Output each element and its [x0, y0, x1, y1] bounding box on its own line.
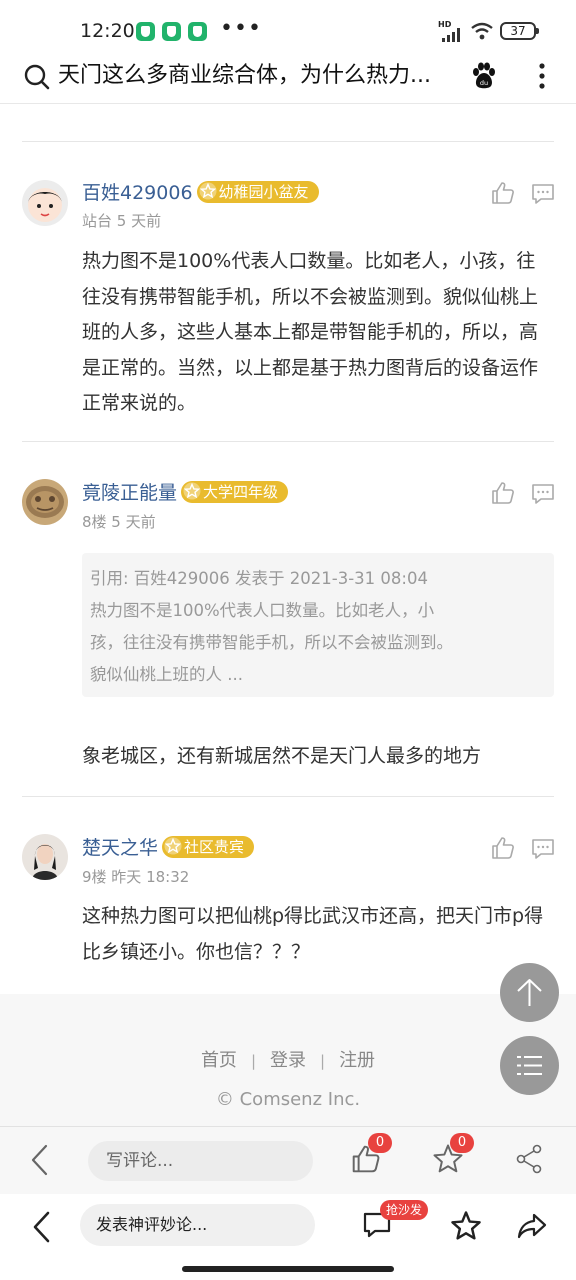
search-icon[interactable] — [24, 64, 50, 90]
avatar[interactable] — [22, 479, 68, 525]
star-icon — [183, 482, 201, 500]
like-count-badge: 0 — [368, 1133, 392, 1153]
scroll-to-top-button[interactable] — [500, 963, 559, 1022]
share-arrow-icon[interactable] — [516, 1210, 548, 1242]
post-content: 象老城区，还有新城居然不是天门人最多的地方 — [82, 745, 482, 767]
badge-label: 社区贵宾 — [184, 838, 245, 856]
status-time: 12:20 — [80, 20, 135, 42]
footer-link-register[interactable]: 注册 — [339, 1050, 375, 1071]
page-header: 天门这么多商业综合体，为什么热力... du — [0, 62, 576, 104]
post-author[interactable]: 百姓429006 幼稚园小盆友 — [82, 178, 319, 205]
favorite-count-badge: 0 — [450, 1133, 474, 1153]
comment-icon[interactable] — [531, 482, 555, 506]
comment-icon[interactable] — [531, 182, 555, 206]
more-vertical-icon[interactable] — [532, 62, 552, 90]
quoted-reply: 引用: 百姓429006 发表于 2021-3-31 08:04 热力图不是10… — [82, 553, 554, 697]
like-button[interactable]: 0 — [350, 1133, 392, 1179]
user-level-badge: 幼稚园小盆友 — [196, 181, 319, 203]
shield-notification-icon — [188, 22, 207, 41]
badge-label: 幼稚园小盆友 — [218, 183, 309, 201]
baidu-paw-icon[interactable]: du — [470, 62, 498, 90]
back-arrow-icon[interactable] — [30, 1210, 54, 1244]
footer-link-home[interactable]: 首页 — [201, 1050, 237, 1071]
status-bar: 12:20 ••• HD 37 — [0, 0, 576, 62]
copyright-text: © Comsenz Inc. — [215, 1089, 361, 1110]
star-icon[interactable] — [450, 1210, 482, 1242]
badge-label: 大学四年级 — [203, 483, 279, 501]
quote-line: 孩，往往没有携带智能手机，所以不会被监测到。 — [90, 633, 453, 652]
divider — [22, 441, 554, 442]
post-author[interactable]: 竟陵正能量 大学四年级 — [82, 478, 289, 505]
list-menu-icon — [517, 1056, 542, 1075]
post-content: 这种热力图可以把仙桃p得比武汉市还高，把天门市p得比乡镇还小。你也信？？？ — [82, 905, 544, 963]
footer-separator: | — [320, 1052, 326, 1070]
favorite-button[interactable]: 0 — [432, 1133, 474, 1179]
post-author[interactable]: 楚天之华 社区贵宾 — [82, 833, 255, 860]
user-level-badge: 社区贵宾 — [162, 836, 255, 858]
shield-notification-icon — [162, 22, 181, 41]
star-icon — [199, 182, 217, 200]
post-meta: 9楼 昨天 18:32 — [82, 868, 190, 886]
svg-text:du: du — [480, 79, 488, 87]
arrow-up-icon — [517, 979, 542, 1006]
thumbs-up-icon[interactable] — [490, 180, 516, 206]
comment-action-bar: 写评论... 0 0 — [0, 1126, 576, 1194]
share-icon[interactable] — [514, 1143, 544, 1175]
signal-icon — [442, 28, 460, 42]
post-content: 热力图不是100%代表人口数量。比如老人，小孩，往往没有携带智能手机，所以不会被… — [82, 250, 539, 414]
quote-line: 貌似仙桃上班的人 ... — [90, 665, 243, 684]
battery-icon: 37 — [500, 22, 539, 40]
footer-link-login[interactable]: 登录 — [270, 1050, 306, 1071]
post-meta: 站台 5 天前 — [82, 212, 162, 230]
footer-links: 首页 | 登录 | 注册 — [0, 1046, 576, 1072]
star-icon — [164, 837, 182, 855]
user-level-badge: 大学四年级 — [181, 481, 289, 503]
quote-line: 热力图不是100%代表人口数量。比如老人，小 — [90, 601, 435, 620]
comment-icon[interactable] — [531, 837, 555, 861]
back-arrow-icon[interactable] — [28, 1143, 52, 1177]
divider — [22, 141, 554, 142]
shield-notification-icon — [136, 22, 155, 41]
post-meta: 8楼 5 天前 — [82, 513, 156, 531]
footer-separator: | — [250, 1052, 256, 1070]
avatar[interactable] — [22, 834, 68, 880]
comments-button[interactable]: 抢沙发 — [362, 1200, 429, 1244]
thumbs-up-icon[interactable] — [490, 835, 516, 861]
avatar[interactable] — [22, 180, 68, 226]
divider — [22, 796, 554, 797]
author-name[interactable]: 楚天之华 — [82, 837, 158, 859]
wifi-icon — [471, 22, 493, 40]
comment-input[interactable]: 发表神评妙论... — [80, 1204, 315, 1246]
page-title: 天门这么多商业综合体，为什么热力... — [58, 63, 431, 88]
home-indicator[interactable] — [182, 1266, 394, 1272]
thumbs-up-icon[interactable] — [490, 480, 516, 506]
author-name[interactable]: 竟陵正能量 — [82, 482, 177, 504]
menu-button[interactable] — [500, 1036, 559, 1095]
comment-input[interactable]: 写评论... — [88, 1141, 313, 1181]
more-notifications-icon: ••• — [220, 16, 262, 41]
sofa-badge: 抢沙发 — [380, 1200, 429, 1220]
quote-line: 引用: 百姓429006 发表于 2021-3-31 08:04 — [90, 569, 428, 588]
author-name[interactable]: 百姓429006 — [82, 182, 193, 204]
